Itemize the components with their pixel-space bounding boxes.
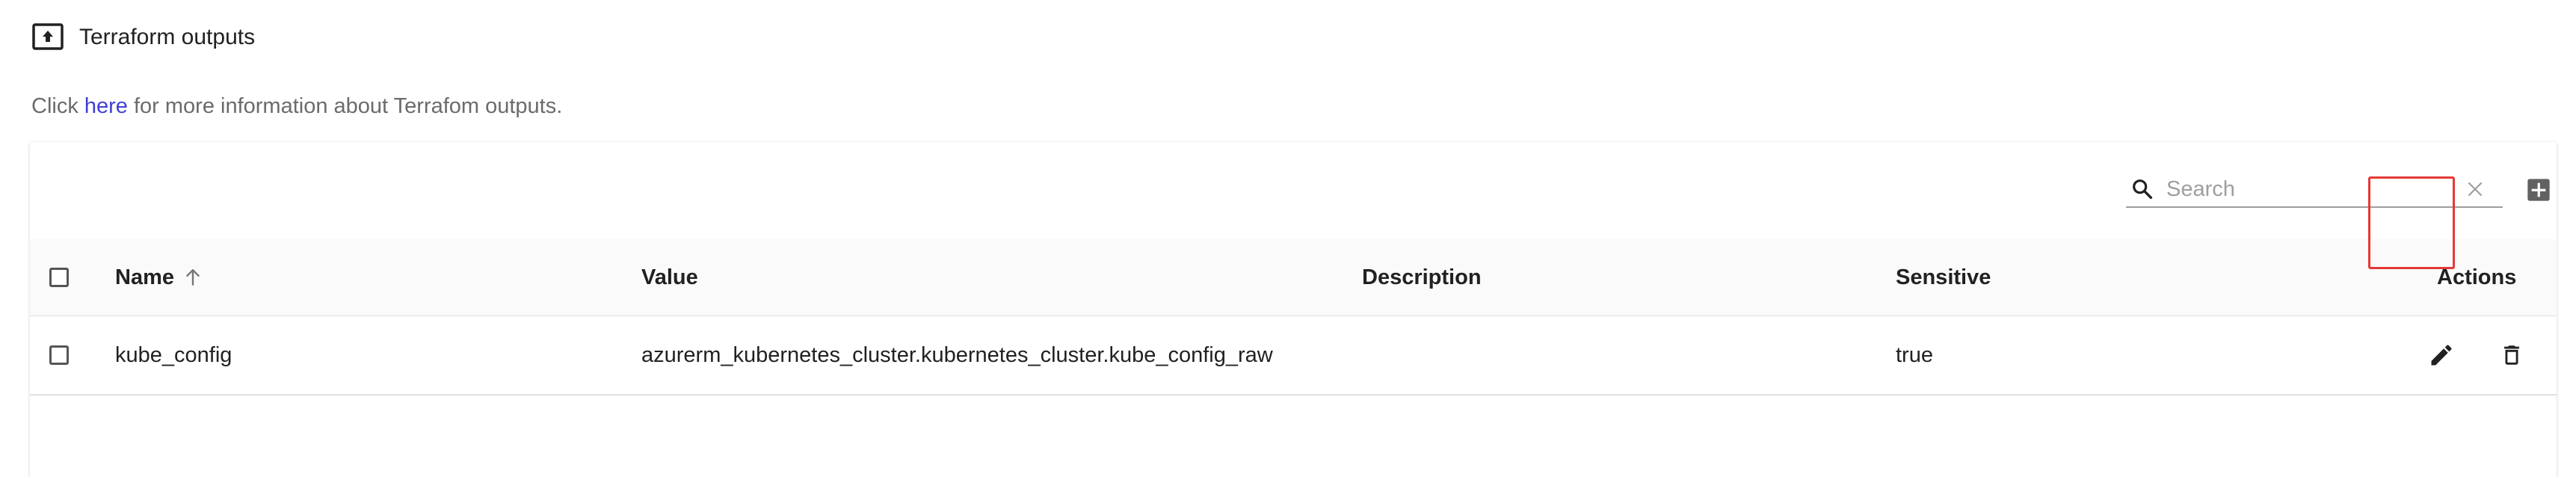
row-sensitive: true xyxy=(1896,342,1933,367)
column-header-name-label: Name xyxy=(115,265,174,289)
select-all-checkbox[interactable] xyxy=(49,268,69,287)
add-output-button[interactable] xyxy=(2527,178,2551,202)
page-title: Terraform outputs xyxy=(79,25,256,49)
help-link[interactable]: here xyxy=(84,94,128,118)
terraform-outputs-page: Terraform outputs Click here for more in… xyxy=(0,0,2576,477)
upload-box-icon xyxy=(31,22,64,52)
delete-button[interactable] xyxy=(2497,340,2527,370)
row-value: azurerm_kubernetes_cluster.kubernetes_cl… xyxy=(641,342,1273,367)
row-select-cell xyxy=(49,316,69,394)
column-header-value[interactable]: Value xyxy=(641,239,698,316)
sort-ascending-icon[interactable] xyxy=(183,267,203,288)
outputs-table-card: Name Value Description Sensitive Actions… xyxy=(30,142,2557,477)
row-checkbox[interactable] xyxy=(49,345,69,365)
search-icon xyxy=(2127,174,2157,204)
edit-button[interactable] xyxy=(2426,340,2456,370)
table-header-row: Name Value Description Sensitive Actions xyxy=(30,239,2557,316)
column-header-name[interactable]: Name xyxy=(115,239,203,316)
info-prefix: Click xyxy=(31,94,84,118)
table-toolbar xyxy=(30,142,2557,239)
info-text: Click here for more information about Te… xyxy=(31,94,562,119)
table-row: kube_config azurerm_kubernetes_cluster.k… xyxy=(30,316,2557,396)
edit-icon xyxy=(2431,345,2452,366)
add-box-icon xyxy=(2527,179,2550,201)
section-header: Terraform outputs xyxy=(31,21,255,54)
info-suffix: for more information about Terrafom outp… xyxy=(127,94,563,118)
search-field[interactable] xyxy=(2126,172,2503,208)
column-header-sensitive[interactable]: Sensitive xyxy=(1896,239,1991,316)
search-input[interactable] xyxy=(2166,176,2435,202)
row-name: kube_config xyxy=(115,342,232,367)
column-header-description[interactable]: Description xyxy=(1362,239,1482,316)
column-header-actions: Actions xyxy=(2437,265,2517,289)
delete-icon xyxy=(2504,345,2519,365)
select-all-cell xyxy=(49,239,69,316)
close-icon[interactable] xyxy=(2462,176,2488,202)
